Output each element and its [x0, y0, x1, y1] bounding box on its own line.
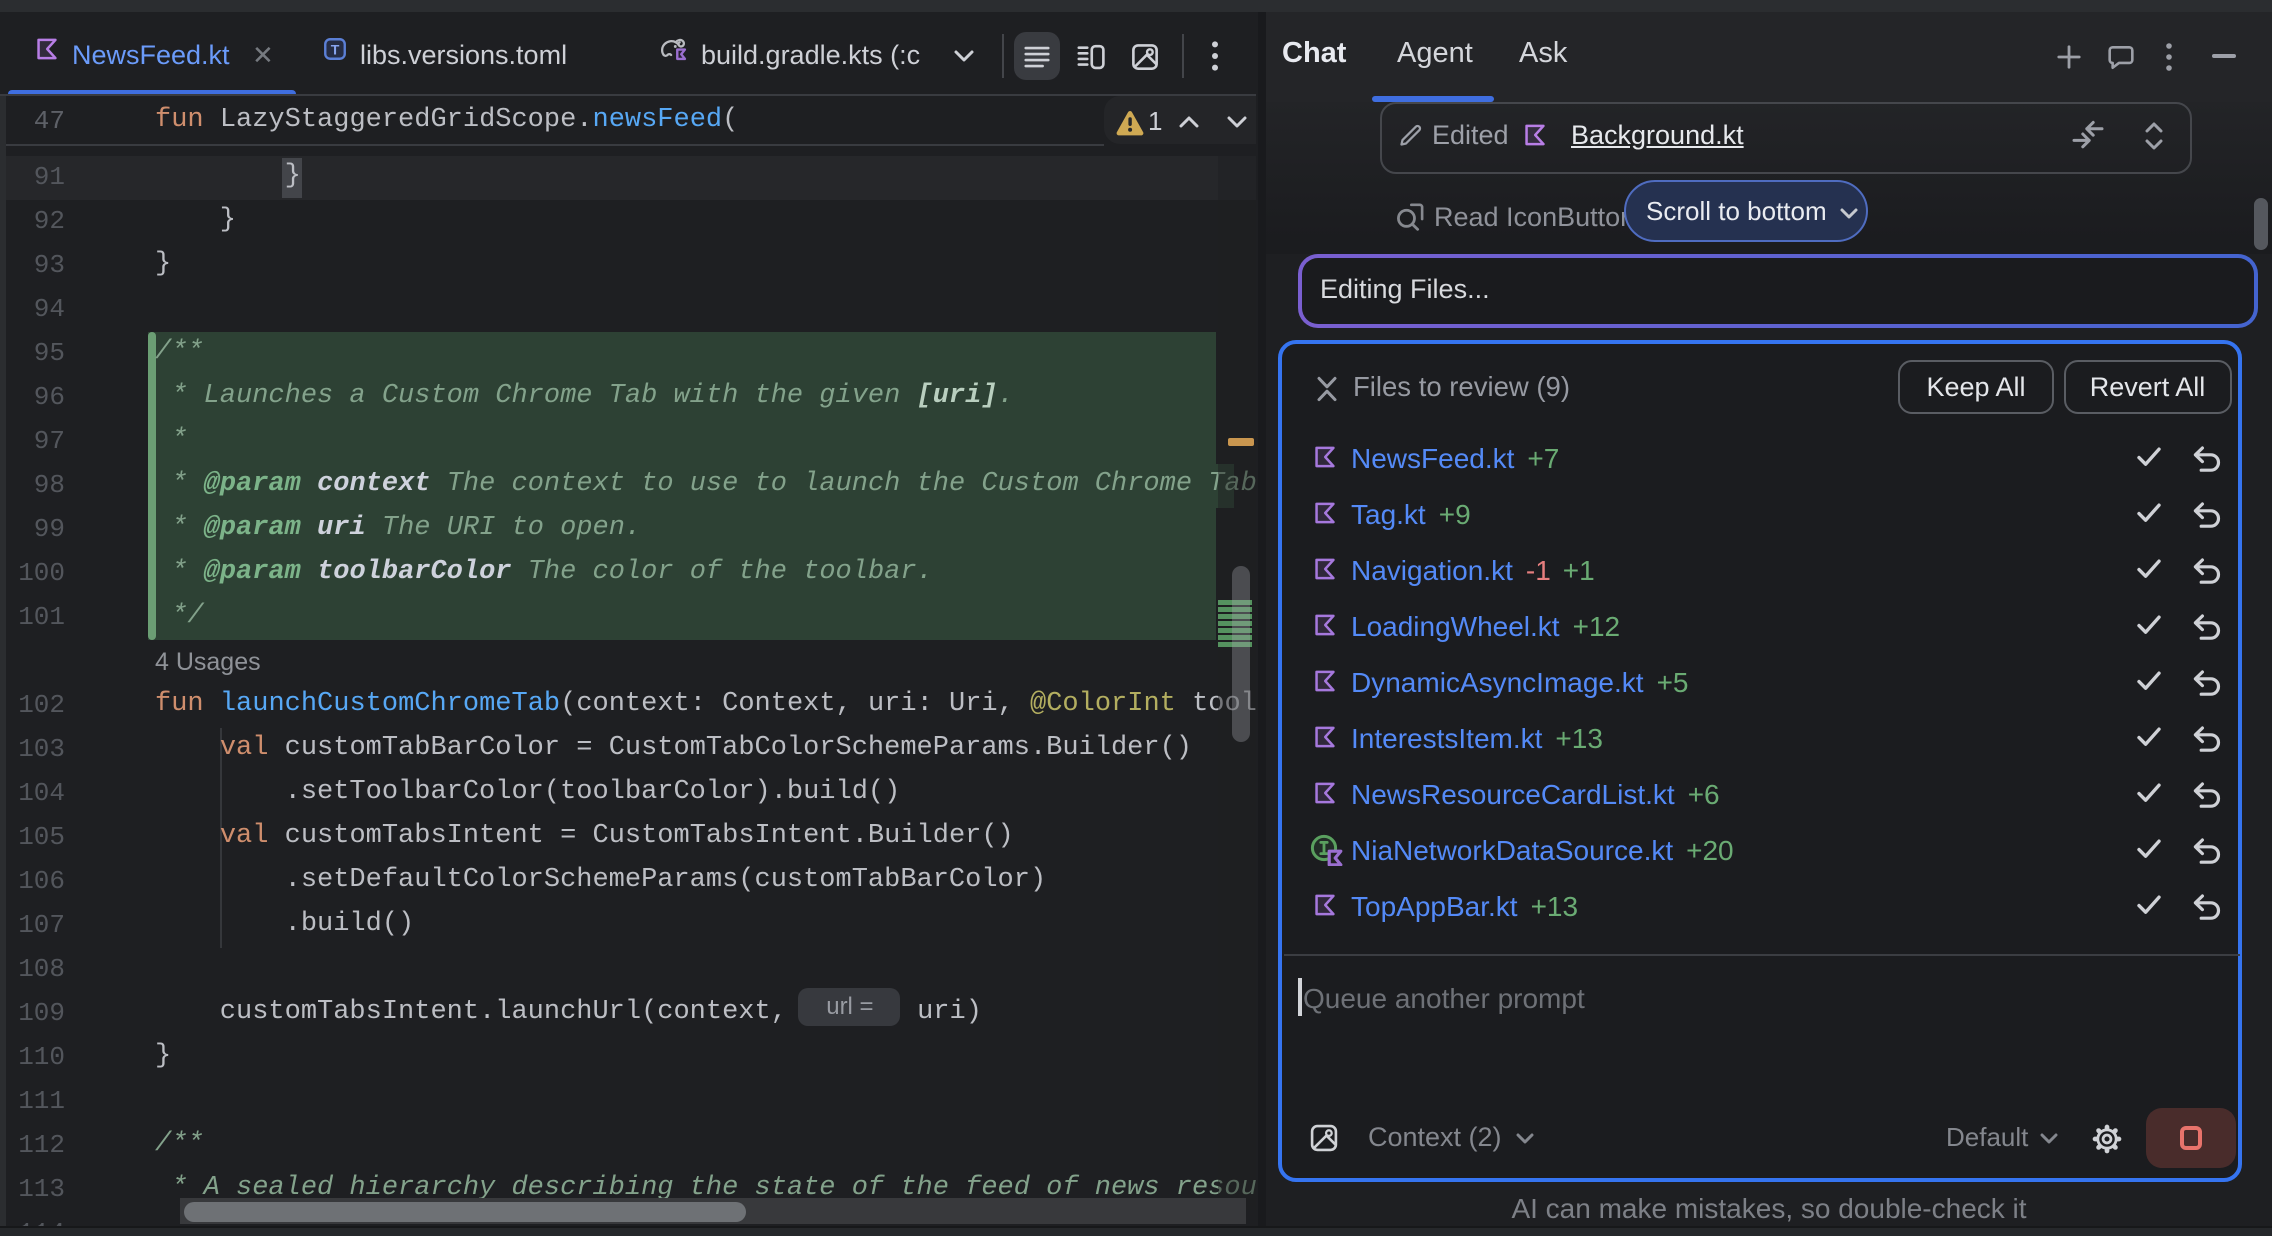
svg-text:T: T — [330, 40, 339, 56]
